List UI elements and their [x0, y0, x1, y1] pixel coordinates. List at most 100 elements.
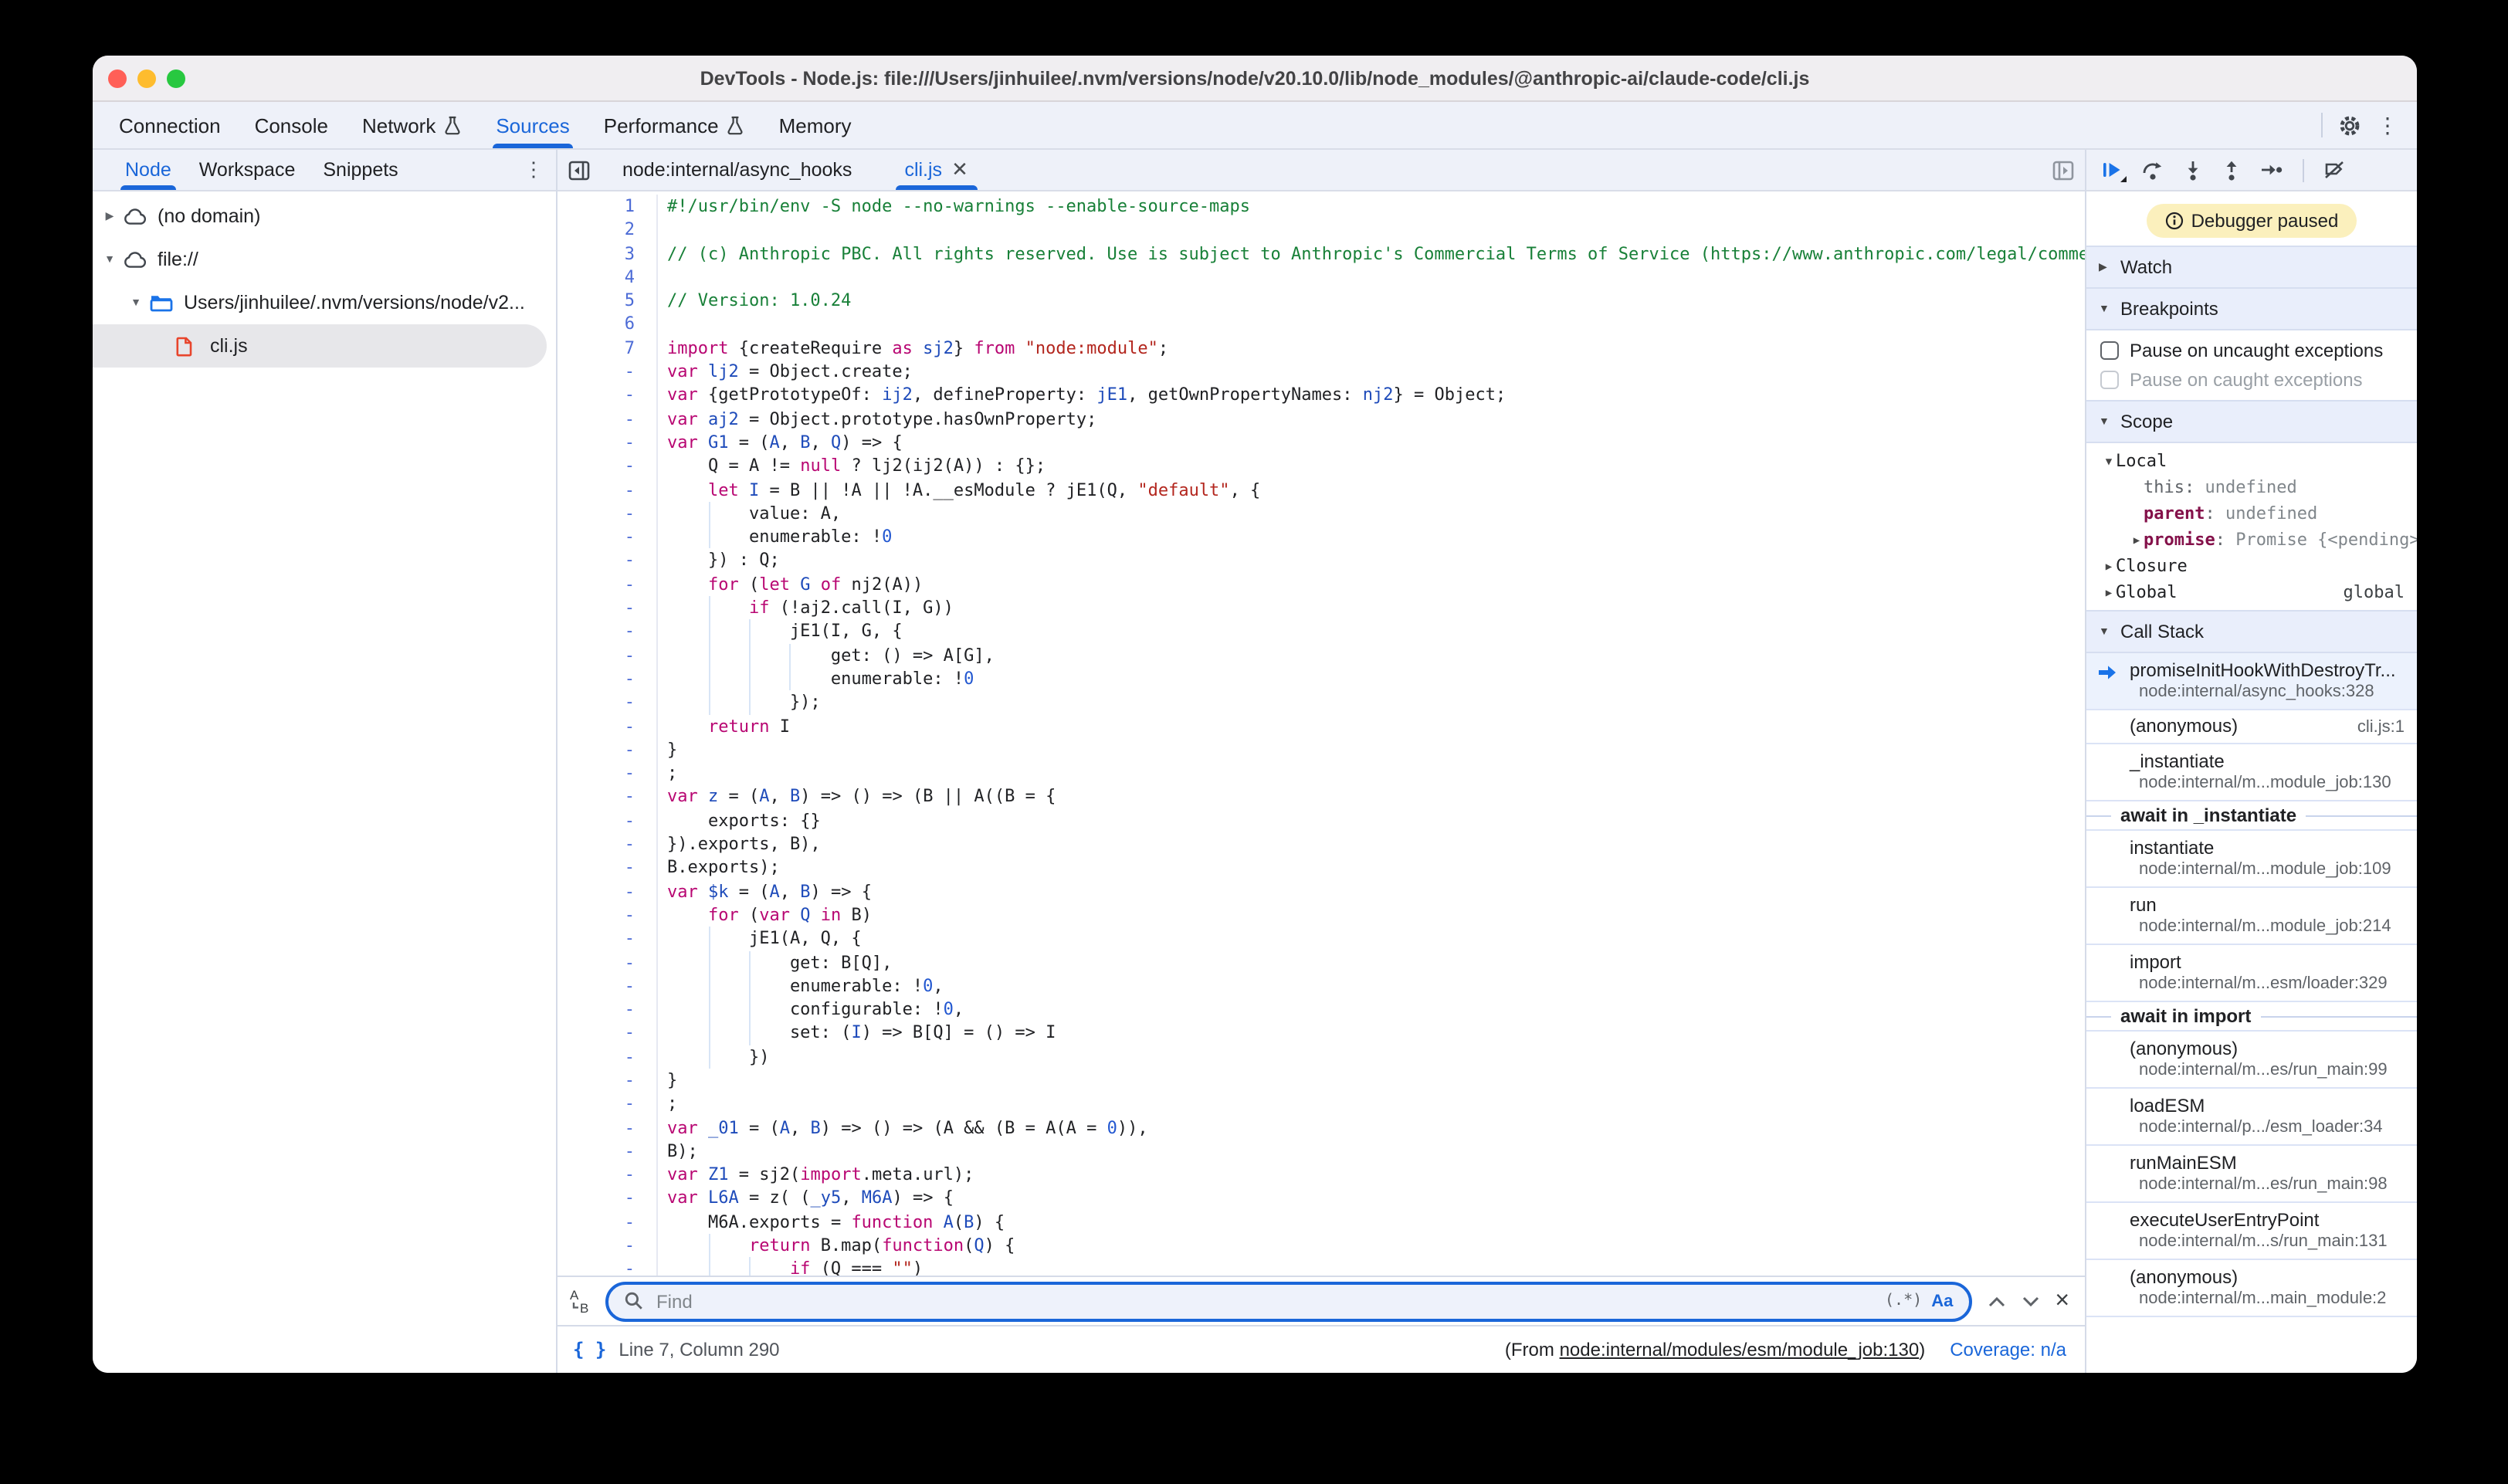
main-tab-network[interactable]: Network: [345, 102, 479, 148]
editor-tab-cli-js[interactable]: cli.js✕: [883, 150, 989, 190]
source-mapped-from-link[interactable]: node:internal/modules/esm/module_job:130: [1560, 1339, 1920, 1360]
line-number[interactable]: -: [558, 856, 658, 880]
tree-item-users-jinhuilee-nvm-versions-node-v2[interactable]: ▼Users/jinhuilee/.nvm/versions/node/v2..…: [93, 281, 556, 324]
navigator-more-icon[interactable]: ⋮: [524, 150, 556, 190]
line-number[interactable]: -: [558, 1069, 658, 1093]
line-number[interactable]: -: [558, 525, 658, 549]
tree-item-no-domain[interactable]: ▶(no domain): [93, 195, 556, 238]
close-find-bar-icon[interactable]: ×: [2055, 1289, 2069, 1313]
scope-prop-this[interactable]: this: undefined: [2086, 474, 2417, 500]
call-stack-frame-runmainesm[interactable]: runMainESMnode:internal/m...es/run_main:…: [2086, 1146, 2417, 1203]
toggle-debugger-sidebar-icon[interactable]: [2042, 150, 2085, 190]
section-scope[interactable]: ▼ Scope: [2086, 400, 2417, 443]
replace-toggle-icon[interactable]: AB: [567, 1288, 590, 1314]
scope-prop-parent[interactable]: parent: undefined: [2086, 500, 2417, 527]
line-number[interactable]: -: [558, 1187, 658, 1211]
find-previous-icon[interactable]: [1987, 1295, 2005, 1307]
line-number[interactable]: 2: [558, 219, 658, 242]
line-number[interactable]: -: [558, 761, 658, 785]
scope-prop-promise[interactable]: ▶promise: Promise {<pending>}: [2086, 527, 2417, 553]
step-icon[interactable]: [2261, 161, 2283, 179]
close-window-button[interactable]: [108, 69, 127, 87]
line-number[interactable]: -: [558, 1163, 658, 1187]
call-stack-frame-executeuserentrypoint[interactable]: executeUserEntryPointnode:internal/m...s…: [2086, 1203, 2417, 1260]
line-number[interactable]: -: [558, 478, 658, 502]
line-number[interactable]: -: [558, 738, 658, 762]
more-options-icon[interactable]: ⋮: [2377, 112, 2398, 138]
line-number[interactable]: 1: [558, 195, 658, 219]
tree-item-file[interactable]: ▼file://: [93, 238, 556, 281]
tree-item-cli-js[interactable]: cli.js: [93, 324, 547, 368]
editor-tab-node-internal-async-hooks[interactable]: node:internal/async_hooks: [601, 150, 883, 190]
settings-gear-icon[interactable]: [2338, 114, 2361, 137]
call-stack-frame-instantiate[interactable]: _instantiatenode:internal/m...module_job…: [2086, 744, 2417, 801]
call-stack-frame-anonymous[interactable]: (anonymous)cli.js:1: [2086, 710, 2417, 744]
line-number[interactable]: -: [558, 643, 658, 667]
main-tab-performance[interactable]: Performance: [587, 102, 762, 148]
section-breakpoints[interactable]: ▼ Breakpoints: [2086, 287, 2417, 330]
line-number[interactable]: 4: [558, 266, 658, 290]
step-into-icon[interactable]: [2184, 160, 2202, 180]
line-number[interactable]: 3: [558, 242, 658, 266]
line-number[interactable]: -: [558, 950, 658, 974]
coverage-link[interactable]: Coverage: n/a: [1950, 1339, 2066, 1360]
navigator-tab-snippets[interactable]: Snippets: [309, 150, 412, 190]
line-number[interactable]: -: [558, 596, 658, 620]
call-stack-frame-run[interactable]: runnode:internal/m...module_job:214: [2086, 888, 2417, 945]
close-tab-icon[interactable]: ✕: [951, 158, 968, 182]
source-code-viewer[interactable]: 1#!/usr/bin/env -S node --no-warnings --…: [558, 191, 2085, 1276]
search-input[interactable]: [653, 1289, 1876, 1313]
line-number[interactable]: -: [558, 1211, 658, 1235]
line-number[interactable]: 5: [558, 289, 658, 313]
call-stack-frame-instantiate[interactable]: instantiatenode:internal/m...module_job:…: [2086, 831, 2417, 888]
line-number[interactable]: -: [558, 879, 658, 903]
main-tab-connection[interactable]: Connection: [102, 102, 238, 148]
line-number[interactable]: -: [558, 903, 658, 927]
line-number[interactable]: -: [558, 407, 658, 431]
deactivate-breakpoints-icon[interactable]: [2324, 161, 2344, 179]
line-number[interactable]: -: [558, 927, 658, 950]
line-number[interactable]: -: [558, 974, 658, 998]
call-stack-frame-import[interactable]: importnode:internal/m...esm/loader:329: [2086, 945, 2417, 1002]
call-stack-frame-anonymous[interactable]: (anonymous)node:internal/m...es/run_main…: [2086, 1032, 2417, 1089]
line-number[interactable]: -: [558, 808, 658, 832]
line-number[interactable]: -: [558, 431, 658, 455]
checkbox-pause-on-caught-exceptions[interactable]: Pause on caught exceptions: [2086, 364, 2417, 394]
line-number[interactable]: -: [558, 998, 658, 1022]
line-number[interactable]: -: [558, 1022, 658, 1045]
scope-group-closure[interactable]: ▶Closure: [2086, 553, 2417, 579]
line-number[interactable]: -: [558, 573, 658, 597]
checkbox-pause-on-uncaught-exceptions[interactable]: Pause on uncaught exceptions: [2086, 335, 2417, 364]
scope-group-global[interactable]: ▶Globalglobal: [2086, 579, 2417, 605]
line-number[interactable]: -: [558, 690, 658, 714]
line-number[interactable]: -: [558, 1234, 658, 1258]
call-stack-frame-promiseinithookwithdestroytr[interactable]: promiseInitHookWithDestroyTr...node:inte…: [2086, 653, 2417, 710]
minimize-window-button[interactable]: [137, 69, 156, 87]
line-number[interactable]: -: [558, 667, 658, 691]
step-over-icon[interactable]: [2142, 160, 2164, 180]
call-stack-frame-loadesm[interactable]: loadESMnode:internal/p.../esm_loader:34: [2086, 1089, 2417, 1146]
line-number[interactable]: -: [558, 549, 658, 573]
main-tab-console[interactable]: Console: [238, 102, 345, 148]
call-stack-frame-anonymous[interactable]: (anonymous)node:internal/m...main_module…: [2086, 1260, 2417, 1317]
line-number[interactable]: -: [558, 384, 658, 408]
section-watch[interactable]: ▶ Watch: [2086, 246, 2417, 289]
line-number[interactable]: 6: [558, 313, 658, 337]
navigator-tab-node[interactable]: Node: [111, 150, 185, 190]
line-number[interactable]: 7: [558, 337, 658, 361]
line-number[interactable]: -: [558, 1258, 658, 1276]
step-out-icon[interactable]: [2222, 160, 2241, 180]
line-number[interactable]: -: [558, 360, 658, 384]
find-next-icon[interactable]: [2021, 1295, 2039, 1307]
line-number[interactable]: -: [558, 714, 658, 738]
scope-group-local[interactable]: ▼Local: [2086, 448, 2417, 474]
main-tab-memory[interactable]: Memory: [762, 102, 869, 148]
navigator-tab-workspace[interactable]: Workspace: [185, 150, 310, 190]
line-number[interactable]: -: [558, 832, 658, 856]
section-call-stack[interactable]: ▼ Call Stack: [2086, 610, 2417, 653]
pretty-print-icon[interactable]: { }: [573, 1339, 606, 1360]
line-number[interactable]: -: [558, 1116, 658, 1140]
main-tab-sources[interactable]: Sources: [479, 102, 586, 148]
line-number[interactable]: -: [558, 1045, 658, 1069]
regex-toggle-icon[interactable]: (.*): [1885, 1293, 1922, 1310]
